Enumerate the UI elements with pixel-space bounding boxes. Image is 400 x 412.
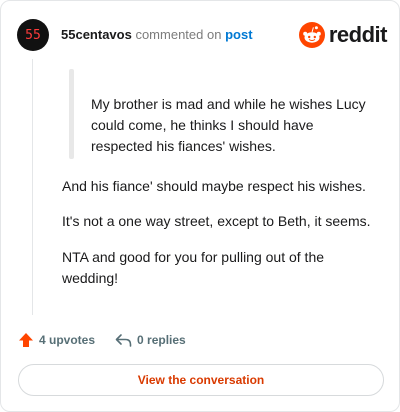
reply-count: 0 replies [137, 333, 186, 347]
avatar[interactable]: 55 [17, 19, 49, 51]
username-link[interactable]: 55centavos [61, 27, 132, 42]
post-link[interactable]: post [225, 27, 252, 42]
reddit-snoo-icon [298, 22, 325, 48]
comment-paragraph: NTA and good for you for pulling out of … [62, 249, 325, 286]
reddit-wordmark: reddit [328, 22, 388, 47]
reddit-logo[interactable]: reddit [298, 21, 388, 49]
thread-line [32, 59, 33, 315]
embedded-comment-card: 55 55centavos commented on post reddit M… [0, 0, 400, 412]
reply-arrow-icon [115, 334, 132, 347]
quote-bar [69, 69, 74, 159]
upvote-count: 4 upvotes [39, 333, 96, 347]
view-conversation-button[interactable]: View the conversation [18, 364, 384, 396]
reply-button[interactable]: 0 replies [115, 332, 186, 348]
comment-header: 55 55centavos commented on post reddit [17, 19, 388, 51]
upvote-arrow-icon [19, 333, 33, 347]
avatar-text: 55 [25, 27, 41, 43]
quoted-text: My brother is mad and while he wishes Lu… [91, 96, 366, 154]
comment-paragraph: It's not a one way street, except to Bet… [62, 213, 371, 229]
commented-on-label: commented on [135, 27, 222, 42]
comment-paragraph: And his fiance' should maybe respect his… [62, 178, 366, 194]
comment-actions: 4 upvotes 0 replies [18, 331, 186, 349]
byline: 55centavos commented on post [61, 27, 253, 43]
upvote-button[interactable]: 4 upvotes [18, 332, 95, 348]
